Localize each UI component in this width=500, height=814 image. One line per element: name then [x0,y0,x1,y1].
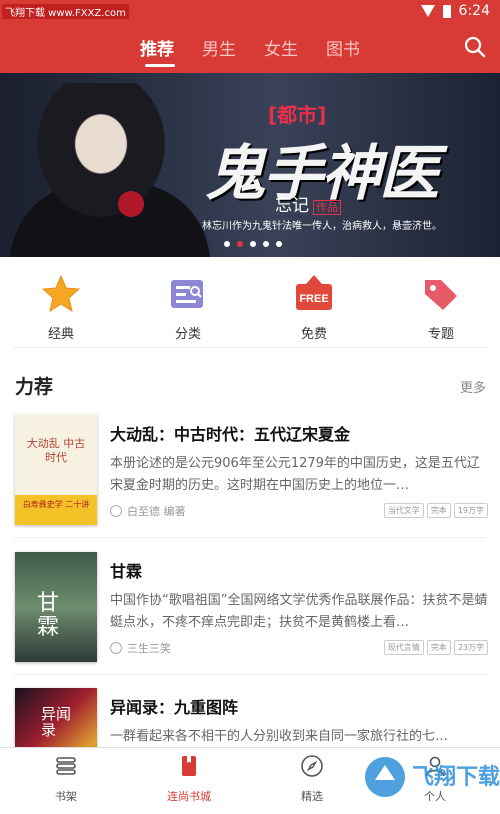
status-tag: 完本 [426,640,451,655]
book-author: 白至德 编著 [127,505,186,518]
book-item[interactable]: 大动乱 中古时代 白寿彝史学 二十讲 大动乱：中古时代：五代辽宋夏金 本册论述的… [0,415,500,541]
cover-title: 大动乱 中古时代 [26,437,86,464]
tab-female[interactable]: 女生 [264,35,326,60]
status-icons: 6:24 [420,3,490,19]
status-tag: 完本 [426,503,451,518]
category-label: 专题 [427,327,454,342]
divider [14,537,486,538]
carousel-dots [224,241,282,247]
nav-label: 书架 [55,790,77,803]
category-row: 经典 分类 FREE 免费 专题 [0,262,500,342]
carousel-dot[interactable] [263,241,269,247]
category-sort[interactable]: 分类 [158,274,218,342]
category-label: 分类 [174,327,201,342]
book-item[interactable]: 甘霖 甘霖 中国作协“歌唱祖国”全国网络文学优秀作品联展作品：扶贫不是蜻蜓点水，… [0,552,500,678]
banner-author-suffix: 作品 [313,200,341,215]
book-icon [182,756,196,776]
category-label: 经典 [47,327,74,342]
book-title: 大动乱：中古时代：五代辽宋夏金 [110,425,351,444]
cover-sub: 白寿彝史学 二十讲 [22,500,90,509]
watermark-logo: 飞翔下载 [365,757,500,797]
battery-icon [442,4,451,18]
free-tag-icon: FREE [296,275,332,310]
wordcount-tag: 23万字 [453,640,488,655]
genre-tag: 现代言情 [383,640,424,655]
divider [14,347,486,348]
book-title: 甘霖 [110,562,143,581]
more-link[interactable]: 更多 [460,377,486,396]
banner-author: 忘记 [275,196,309,216]
nav-featured[interactable]: 精选 [272,754,352,804]
carousel-dot[interactable] [276,241,282,247]
carousel-dot[interactable] [250,241,256,247]
banner-tag: [都市] [268,103,327,127]
list-search-icon [171,280,203,308]
rose-icon [118,191,144,217]
banner-author-line: 忘记 作品 [275,191,341,216]
book-cover: 大动乱 中古时代 白寿彝史学 二十讲 [15,415,97,525]
category-topic[interactable]: 专题 [411,274,471,342]
category-free[interactable]: FREE 免费 [284,274,344,342]
book-desc: 中国作协“歌唱祖国”全国网络文学优秀作品联展作品：扶贫不是蜻蜓点水，不疼不痒点完… [110,593,488,630]
book-tags: 当代文学 完本 19万字 [383,503,488,518]
book-cover: 甘霖 [15,552,97,662]
watermark: 飞翔下载 www.FXXZ.com [2,4,129,19]
category-label: 免费 [300,327,327,342]
cover-title: 异闻录 [41,705,72,739]
tab-books[interactable]: 图书 [326,35,388,60]
category-classic[interactable]: 经典 [31,274,91,342]
clock: 6:24 [458,3,490,19]
star-icon [41,274,81,313]
tab-indicator [145,64,175,67]
cover-title: 甘霖 [37,591,60,640]
genre-tag: 当代文学 [383,503,424,518]
divider [14,674,486,675]
book-author-row: 三生三笑 [110,640,171,656]
book-author-row: 白至德 编著 [110,503,186,519]
nav-label: 连尚书城 [167,790,211,803]
banner-figure [20,83,200,257]
section-title: 力荐 [15,376,54,398]
carousel-dot-active[interactable] [237,241,243,247]
status-bar: 飞翔下载 www.FXXZ.com 6:24 [0,0,500,24]
search-icon[interactable] [464,36,486,58]
svg-text:FREE: FREE [299,293,328,305]
book-title: 异闻录：九重图阵 [110,698,239,717]
top-nav: 推荐 男生 女生 图书 [0,24,500,73]
promo-banner[interactable]: [都市] 鬼手神医 忘记 作品 林忘川作为九鬼针法唯一传人，治病救人，悬壶济世。 [0,73,500,257]
person-icon [110,505,122,517]
banner-desc: 林忘川作为九鬼针法唯一传人，治病救人，悬壶济世。 [202,221,442,232]
wifi-icon [420,5,435,17]
carousel-dot[interactable] [224,241,230,247]
bookshelf-icon [56,757,76,775]
book-author: 三生三笑 [127,642,171,655]
tab-bar: 推荐 男生 女生 图书 [140,35,388,60]
compass-icon [301,755,323,777]
label-tag-icon [425,280,457,310]
person-icon [110,642,122,654]
book-desc: 本册论述的是公元906年至公元1279年的中国历史，这是五代辽宋夏金时期的历史。… [110,456,480,493]
nav-bookstore[interactable]: 连尚书城 [149,754,229,804]
tab-male[interactable]: 男生 [202,35,264,60]
nav-label: 精选 [301,790,323,803]
tab-recommend[interactable]: 推荐 [140,35,202,60]
svg-text:飞翔下载: 飞翔下载 [412,764,500,790]
nav-bookshelf[interactable]: 书架 [26,754,106,804]
wordcount-tag: 19万字 [453,503,488,518]
book-tags: 现代言情 完本 23万字 [383,640,488,655]
